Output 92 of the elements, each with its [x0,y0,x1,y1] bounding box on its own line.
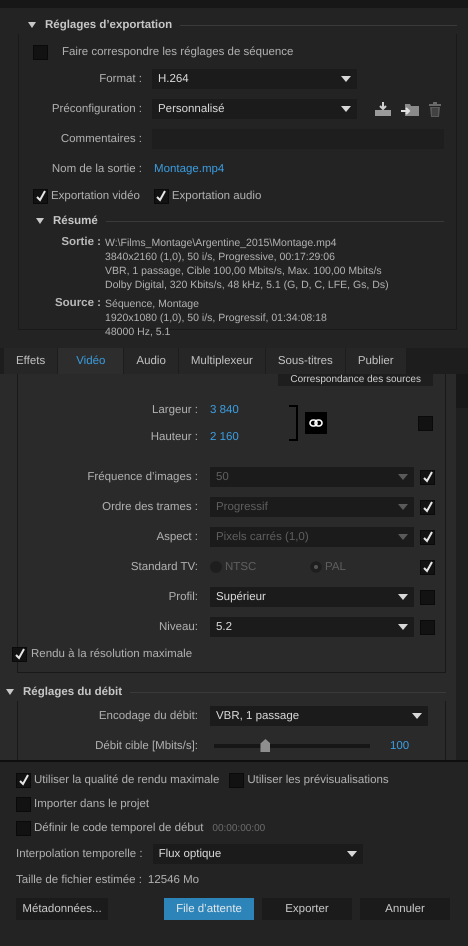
field-label: Commentaires : [60,133,142,145]
value-text[interactable]: 2 160 [210,430,239,442]
field-label: Interpolation temporelle : [16,848,143,860]
dropdown[interactable]: Flux optique [152,844,363,864]
field-label: Niveau: [158,621,198,633]
summary-text: 3840x2160 (1,0), 50 i/s, Progressive, 00:17:29:06 [105,250,336,264]
field-label: Hauteur : [150,430,198,442]
chain-link-icon [308,418,323,428]
summary-text: W:\Films_Montage\Argentine_2015\Montage.mp4 [105,236,338,250]
field-label: Nom de la sortie : [50,163,142,175]
section-title: Résumé [53,215,98,227]
checkbox[interactable] [16,820,31,836]
checkbox[interactable] [12,646,27,662]
tab[interactable]: Sous-titres [266,348,345,374]
summary-text: VBR, 1 passage, Cible 100,00 Mbits/s, Max. 100,00 Mbits/s [105,264,383,278]
checkbox-label: Utiliser la qualité de rendu maximale [34,774,220,786]
value-text[interactable]: 3 840 [210,404,239,416]
dropdown-caret-icon [398,624,408,630]
slider-value[interactable]: 100 [390,740,410,752]
tab[interactable]: Audio [124,348,178,374]
checkbox[interactable] [420,590,435,604]
bracket-icon [288,405,299,441]
summary-label: Sortie : [60,236,101,250]
collapse-triangle-icon[interactable] [5,687,15,697]
tab[interactable]: Effets [4,348,58,374]
field-label: Aspect : [155,531,198,543]
checkbox-label: Définir le code temporel de début [34,822,204,834]
checkbox[interactable] [229,772,244,788]
dropdown[interactable]: 5.2 [210,617,414,637]
dropdown[interactable]: Supérieur [210,587,414,607]
dropdown[interactable]: VBR, 1 passage [210,706,428,726]
import-preset-icon [401,102,419,116]
checkbox-label: Faire correspondre les réglages de séquence [62,46,294,58]
dropdown: Pixels carrés (1,0) [210,527,414,547]
trash-icon [429,102,441,116]
field-label: Taille de fichier estimée : [16,874,142,886]
dropdown-caret-icon [398,534,408,540]
tab[interactable]: Publier [346,348,406,374]
checkbox[interactable] [16,772,31,788]
dropdown[interactable]: H.264 [152,69,357,89]
field-label: Débit cible [Mbits/s]: [94,740,198,752]
timecode-text: 00:00:00:00 [212,822,266,834]
summary-text: Dolby Digital, 320 Kbits/s, 48 kHz, 5.1 (G, D, C, LFE, Gs, Ds) [105,278,389,292]
dropdown[interactable]: Personnalisé [152,99,357,119]
checkbox[interactable] [154,188,169,204]
summary-label: Source : [54,297,101,311]
checkbox[interactable] [33,44,48,60]
field-label: Ordre des trames : [101,501,198,513]
summary-text: 1920x1080 (1,0), 50 i/s, Progressif, 01:34:08:18 [105,311,327,325]
link-constrain-button[interactable] [304,412,327,434]
match-source-button[interactable]: Correspondance des sources [278,374,433,386]
field-label: Encodage du débit: [98,710,198,722]
dropdown-caret-icon [341,106,351,112]
checkbox-label: Utiliser les prévisualisations [247,774,389,786]
dropdown-caret-icon [412,713,422,719]
field-label: Standard TV: [130,561,198,573]
collapse-triangle-icon[interactable] [35,216,45,226]
value-text: 12546 Mo [148,874,200,886]
button[interactable]: Annuler [360,898,450,920]
checkbox[interactable] [33,188,48,204]
field-label: Largeur : [150,404,198,416]
field-label: Fréquence d’images : [86,471,198,483]
slider-thumb[interactable] [260,739,270,752]
checkbox-label: Rendu à la résolution maximale [31,648,192,660]
save-preset-icon [375,102,391,116]
collapse-triangle-icon[interactable] [27,20,37,30]
dropdown-caret-icon [346,851,357,857]
checkbox-label: Exportation vidéo [51,190,140,202]
dropdown: 50 [210,467,414,487]
dropdown-caret-icon [341,76,351,82]
scrollbar[interactable] [456,374,468,760]
tab[interactable]: Vidéo [58,348,124,374]
checkbox[interactable] [418,416,433,430]
field-label: Profil: [168,591,198,603]
dropdown-caret-icon [398,504,408,510]
dropdown-caret-icon [398,594,408,600]
checkbox[interactable] [16,796,31,812]
field-label: Format : [98,73,142,85]
summary-text: Séquence, Montage [105,297,200,311]
checkbox[interactable] [420,620,435,634]
dropdown-caret-icon [398,474,408,480]
dropdown: Progressif [210,497,414,517]
button[interactable]: Exporter [262,898,352,920]
output-name-link[interactable]: Montage.mp4 [154,163,224,175]
summary-text: 48000 Hz, 5.1 [105,325,172,339]
section-title: Réglages du débit [23,686,122,698]
button[interactable]: Métadonnées... [16,898,108,920]
checkbox-label: Importer dans le projet [34,798,150,810]
tab[interactable]: Multiplexeur [178,348,265,374]
section-title: Réglages d’exportation [45,19,172,31]
checkbox-label: Exportation audio [172,190,262,202]
field-label: Préconfiguration : [50,103,142,115]
